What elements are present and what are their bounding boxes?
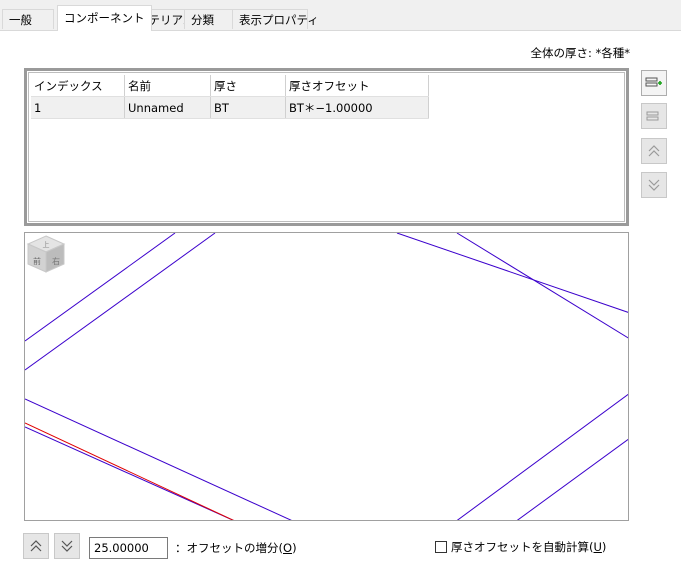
viewcube-top-label: 上 <box>43 240 50 249</box>
tab-strip: 一般 コンポーネント マテリアル 分類 表示プロパティ <box>0 0 681 31</box>
column-header-thickness-offset[interactable]: 厚さオフセット <box>285 75 429 97</box>
offset-increase-button[interactable] <box>23 533 49 559</box>
add-row-icon <box>645 77 662 87</box>
auto-calc-label-suffix: ) <box>601 540 607 554</box>
move-down-button[interactable] <box>641 172 667 198</box>
component-preview[interactable]: 上 前 右 <box>24 232 629 521</box>
move-up-button[interactable] <box>641 138 667 164</box>
tab-classification[interactable]: 分類 <box>184 9 233 29</box>
cell-name[interactable]: Unnamed <box>124 96 211 119</box>
cell-index[interactable]: 1 <box>31 96 125 119</box>
viewcube-icon[interactable]: 上 前 右 <box>25 233 67 275</box>
remove-component-button[interactable] <box>641 103 667 129</box>
offset-decrease-button[interactable] <box>54 533 80 559</box>
auto-calc-label-prefix: 厚さオフセットを自動計算( <box>451 540 594 554</box>
auto-calc-offset-checkbox[interactable] <box>435 541 447 553</box>
components-table: インデックス 名前 厚さ 厚さオフセット 1 Unnamed BT BT＊−1.… <box>31 75 429 119</box>
viewcube-right-label: 右 <box>52 256 60 266</box>
preview-lines <box>25 233 628 520</box>
offset-label-suffix: ) <box>292 541 297 555</box>
cell-thickness-offset[interactable]: BT＊−1.00000 <box>285 96 429 119</box>
auto-calc-offset-label[interactable]: 厚さオフセットを自動計算(U) <box>451 539 606 555</box>
move-up-icon <box>648 145 660 157</box>
double-chevron-up-icon <box>30 540 42 552</box>
remove-row-icon <box>646 111 659 121</box>
tab-display-properties[interactable]: 表示プロパティ <box>232 9 319 29</box>
offset-increment-input[interactable] <box>89 537 168 559</box>
viewcube-front-label: 前 <box>33 256 41 266</box>
double-chevron-down-icon <box>61 540 73 552</box>
table-row[interactable]: 1 Unnamed BT BT＊−1.00000 <box>31 96 429 119</box>
preview-line <box>396 233 628 313</box>
offset-increment-label: ：オフセットの増分(O) <box>175 540 297 556</box>
table-header-row: インデックス 名前 厚さ 厚さオフセット <box>31 75 429 97</box>
tab-components[interactable]: コンポーネント <box>57 5 152 31</box>
move-down-icon <box>648 179 660 191</box>
preview-line <box>456 233 628 339</box>
column-header-name[interactable]: 名前 <box>124 75 211 97</box>
offset-label-key: O <box>283 541 293 555</box>
offset-label-prefix: ：オフセットの増分( <box>175 541 283 555</box>
column-header-thickness[interactable]: 厚さ <box>210 75 286 97</box>
preview-line <box>25 398 292 520</box>
preview-line-red <box>25 422 234 520</box>
cell-thickness[interactable]: BT <box>210 96 286 119</box>
total-thickness-label: 全体の厚さ: *各種* <box>530 46 630 60</box>
components-table-box: インデックス 名前 厚さ 厚さオフセット 1 Unnamed BT BT＊−1.… <box>24 68 629 226</box>
preview-line <box>516 438 628 520</box>
add-component-button[interactable] <box>641 70 667 96</box>
auto-calc-label-key: U <box>593 540 602 554</box>
column-header-index[interactable]: インデックス <box>31 75 125 97</box>
tab-general[interactable]: 一般 <box>2 9 54 29</box>
